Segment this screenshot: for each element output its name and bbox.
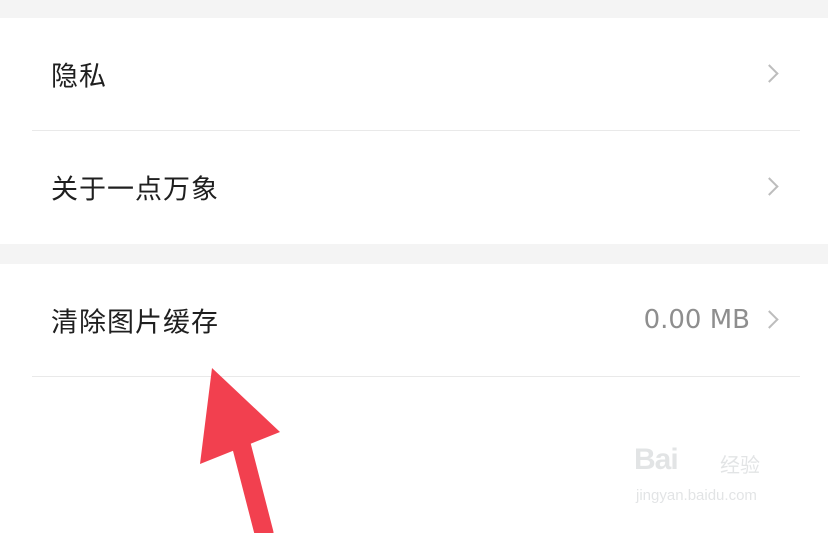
chevron-right-icon (760, 177, 779, 196)
settings-item-label: 隐私 (51, 61, 107, 93)
settings-item-label: 清除图片缓存 (51, 307, 219, 339)
section-gap (0, 244, 828, 264)
settings-item-privacy[interactable]: 隐私 (0, 18, 828, 130)
settings-item-label: 关于一点万象 (51, 174, 219, 206)
divider (32, 376, 800, 377)
section-gap-top (0, 0, 828, 18)
settings-group-general: 隐私 关于一点万象 (0, 18, 828, 244)
settings-item-about[interactable]: 关于一点万象 (0, 131, 828, 243)
chevron-right-icon (760, 64, 779, 83)
settings-group-storage: 清除图片缓存 0.00 MB (0, 264, 828, 533)
chevron-right-icon (760, 310, 779, 329)
cache-size-value: 0.00 MB (643, 305, 750, 335)
settings-item-clear-image-cache[interactable]: 清除图片缓存 0.00 MB (0, 264, 828, 376)
